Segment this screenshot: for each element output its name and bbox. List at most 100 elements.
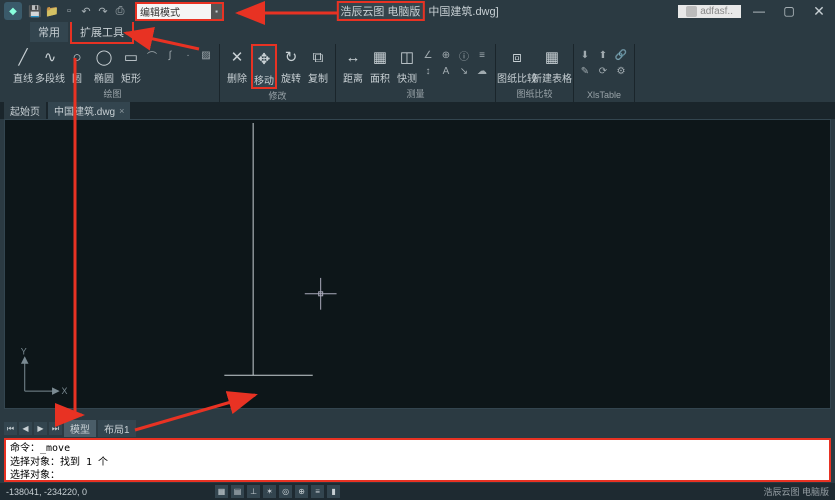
- measure-more-grid: ∠ ⊕ ⓘ ≡ ↕ A ↘ ☁: [421, 44, 491, 78]
- save-icon[interactable]: 💾: [28, 4, 42, 18]
- file-icon[interactable]: ▫: [62, 4, 76, 18]
- polar-icon[interactable]: ✶: [263, 485, 276, 498]
- search-container: ▪: [135, 2, 224, 21]
- tool-delete[interactable]: ✕删除: [224, 44, 250, 85]
- folder-icon[interactable]: 📁: [45, 4, 59, 18]
- user-chip[interactable]: adfasf..: [678, 5, 741, 18]
- list-icon[interactable]: ≡: [475, 48, 489, 62]
- tool-copy[interactable]: ⧉复制: [305, 44, 331, 85]
- search-config-icon[interactable]: ▪: [211, 4, 222, 19]
- tool-compare[interactable]: ⧈图纸比较: [500, 44, 534, 85]
- model-layout-tabs: ⏮ ◀ ▶ ⏭ 模型 布局1: [4, 420, 136, 437]
- tool-new-table[interactable]: ▦新建表格: [535, 44, 569, 85]
- cloud-icon[interactable]: ☁: [475, 64, 489, 78]
- otrack-icon[interactable]: ⊕: [295, 485, 308, 498]
- title-bar: ◆ 💾 📁 ▫ ↶ ↷ ⎙ ▪ 浩辰云图 电脑版 中国建筑.dwg] adfas…: [0, 0, 835, 22]
- group-draw-label: 绘图: [103, 87, 121, 102]
- xls-export-icon[interactable]: ⬆: [596, 48, 610, 62]
- tool-rotate[interactable]: ↻旋转: [278, 44, 304, 85]
- group-xlstable: ⬇ ⬆ 🔗 ✎ ⟳ ⚙ XlsTable: [574, 44, 635, 102]
- snap-icon[interactable]: ▦: [215, 485, 228, 498]
- doctab-close-icon[interactable]: ×: [119, 106, 124, 116]
- command-window[interactable]: 命令：_move 选择对象：找到 1 个 选择对象： 指定基点或 [位移(D)]…: [4, 438, 831, 482]
- grid-icon[interactable]: ▤: [231, 485, 244, 498]
- minimize-button[interactable]: —: [747, 2, 771, 20]
- app-logo-icon: ◆: [4, 2, 22, 20]
- dim-icon[interactable]: ↕: [421, 64, 435, 78]
- nav-prev-icon[interactable]: ◀: [19, 422, 32, 435]
- user-name: adfasf..: [700, 6, 733, 17]
- avatar-icon: [686, 6, 697, 17]
- move-icon: ✥: [253, 48, 275, 70]
- xls-edit-icon[interactable]: ✎: [578, 64, 592, 78]
- id-icon[interactable]: ⓘ: [457, 48, 471, 62]
- tool-line[interactable]: ╱直线: [10, 44, 36, 85]
- nav-first-icon[interactable]: ⏮: [4, 422, 17, 435]
- xls-link-icon[interactable]: 🔗: [614, 48, 628, 62]
- copy-icon: ⧉: [307, 46, 329, 68]
- tool-polyline[interactable]: ∿多段线: [37, 44, 63, 85]
- close-button[interactable]: ✕: [807, 2, 831, 20]
- arc-icon[interactable]: ⌒: [145, 48, 159, 62]
- xls-set-icon[interactable]: ⚙: [614, 64, 628, 78]
- text-icon[interactable]: A: [439, 64, 453, 78]
- leader-icon[interactable]: ↘: [457, 64, 471, 78]
- angle-icon[interactable]: ∠: [421, 48, 435, 62]
- tab-layout1[interactable]: 布局1: [98, 420, 136, 437]
- coordinates: -138041, -234220, 0: [6, 487, 87, 497]
- drawing-canvas[interactable]: X Y: [4, 119, 831, 409]
- file-name: 中国建筑.dwg]: [428, 3, 498, 19]
- title-center: 浩辰云图 电脑版 中国建筑.dwg]: [336, 1, 498, 21]
- ortho-icon[interactable]: ⊥: [247, 485, 260, 498]
- tool-circle[interactable]: ○圆: [64, 44, 90, 85]
- dyn-icon[interactable]: ▮: [327, 485, 340, 498]
- doctab-start[interactable]: 起始页: [4, 102, 46, 119]
- tab-model[interactable]: 模型: [64, 420, 96, 437]
- print-icon[interactable]: ⎙: [113, 4, 127, 18]
- quick-icon: ◫: [396, 46, 418, 68]
- tool-rect[interactable]: ▭矩形: [118, 44, 144, 85]
- tool-ellipse[interactable]: ◯椭圆: [91, 44, 117, 85]
- group-xls-label: XlsTable: [587, 90, 621, 102]
- group-measure-label: 测量: [406, 87, 424, 102]
- rect-icon: ▭: [120, 46, 142, 68]
- spline-icon[interactable]: ∫: [163, 48, 177, 62]
- cmd-line-3: 选择对象：: [10, 469, 825, 483]
- group-measure: ↔距离 ▦面积 ◫快测 ∠ ⊕ ⓘ ≡ ↕ A ↘ ☁ 测量: [336, 44, 496, 102]
- xls-sync-icon[interactable]: ⟳: [596, 64, 610, 78]
- tab-common[interactable]: 常用: [30, 22, 68, 42]
- line-icon: ╱: [12, 46, 34, 68]
- circle-icon: ○: [66, 46, 88, 68]
- quick-access-toolbar: 💾 📁 ▫ ↶ ↷ ⎙: [28, 4, 127, 18]
- tool-quick-measure[interactable]: ◫快测: [394, 44, 420, 85]
- draw-more-grid: ⌒ ∫ · ▨: [145, 44, 215, 62]
- xls-import-icon[interactable]: ⬇: [578, 48, 592, 62]
- nav-last-icon[interactable]: ⏭: [49, 422, 62, 435]
- lwt-icon[interactable]: ≡: [311, 485, 324, 498]
- area-icon: ▦: [369, 46, 391, 68]
- tool-move[interactable]: ✥移动: [251, 44, 277, 89]
- tool-distance[interactable]: ↔距离: [340, 44, 366, 85]
- hatch-icon[interactable]: ▨: [199, 48, 213, 62]
- tool-area[interactable]: ▦面积: [367, 44, 393, 85]
- status-bar: -138041, -234220, 0 ▦▤ ⊥✶ ◎⊕ ≡▮ 浩辰云图 电脑版: [0, 483, 835, 500]
- ucs-x-label: X: [61, 386, 67, 396]
- doctab-file[interactable]: 中国建筑.dwg×: [48, 102, 130, 119]
- coord-icon[interactable]: ⊕: [439, 48, 453, 62]
- redo-icon[interactable]: ↷: [96, 4, 110, 18]
- group-modify-label: 修改: [268, 89, 286, 104]
- undo-icon[interactable]: ↶: [79, 4, 93, 18]
- point-icon[interactable]: ·: [181, 48, 195, 62]
- nav-next-icon[interactable]: ▶: [34, 422, 47, 435]
- tab-extension-tools[interactable]: 扩展工具: [70, 20, 134, 44]
- table-icon: ▦: [541, 46, 563, 68]
- rotate-icon: ↻: [280, 46, 302, 68]
- search-input[interactable]: [137, 4, 211, 19]
- maximize-button[interactable]: ▢: [777, 2, 801, 20]
- delete-icon: ✕: [226, 46, 248, 68]
- ucs-y-label: Y: [21, 346, 27, 356]
- status-toggles: ▦▤ ⊥✶ ◎⊕ ≡▮: [215, 485, 340, 498]
- document-tabs: 起始页 中国建筑.dwg×: [0, 102, 835, 119]
- osnap-icon[interactable]: ◎: [279, 485, 292, 498]
- cmd-line-1: 命令：_move: [10, 442, 825, 456]
